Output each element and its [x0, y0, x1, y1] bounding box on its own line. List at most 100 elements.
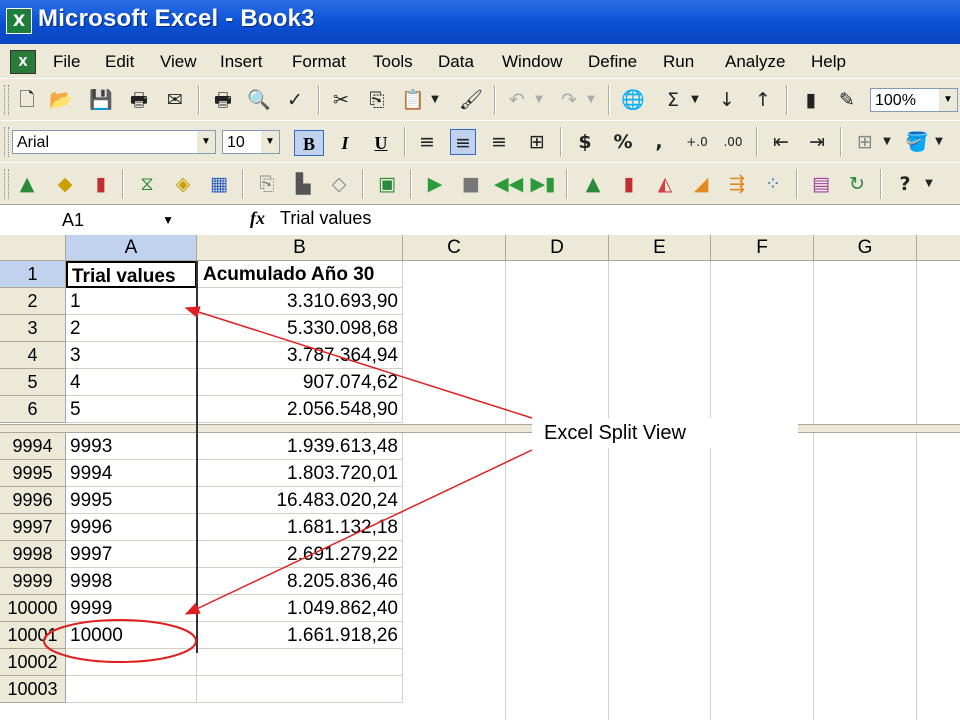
table-cell[interactable]: 10000: [66, 622, 197, 649]
row-header[interactable]: 5: [0, 369, 66, 396]
tornado-icon[interactable]: ⇶: [724, 171, 750, 197]
chart-wizard-icon[interactable]: ▮: [798, 87, 824, 113]
row-header[interactable]: 9996: [0, 487, 66, 514]
underline-button[interactable]: U: [366, 130, 396, 156]
table-cell[interactable]: 4: [66, 369, 197, 396]
permission-icon[interactable]: 🖶: [126, 87, 152, 113]
autosum-dropdown-icon[interactable]: ▼: [688, 87, 702, 113]
save-icon[interactable]: 💾: [88, 87, 114, 113]
table-cell[interactable]: 2: [66, 315, 197, 342]
menu-edit[interactable]: Edit: [105, 52, 134, 72]
column-header-h[interactable]: [917, 235, 960, 261]
autosum-icon[interactable]: Σ: [660, 87, 686, 113]
table-cell[interactable]: 9996: [66, 514, 197, 541]
column-header-e[interactable]: E: [609, 235, 711, 261]
currency-icon[interactable]: $: [572, 129, 598, 155]
column-header-f[interactable]: F: [711, 235, 814, 261]
summary-chart-icon[interactable]: ◢: [688, 171, 714, 197]
cell-a1-active[interactable]: Trial values: [66, 261, 197, 288]
row-header[interactable]: 1: [0, 261, 66, 288]
table-cell[interactable]: [66, 676, 197, 703]
format-painter-icon[interactable]: 🖌: [458, 87, 484, 113]
open-folder-icon[interactable]: 📂: [48, 87, 74, 113]
row-header[interactable]: 9998: [0, 541, 66, 568]
chevron-down-icon[interactable]: ▼: [261, 131, 279, 153]
row-header[interactable]: 2: [0, 288, 66, 315]
table-cell[interactable]: 3.310.693,90: [197, 288, 403, 315]
table-cell[interactable]: 907.074,62: [197, 369, 403, 396]
select-all-corner[interactable]: [0, 235, 66, 261]
merge-center-icon[interactable]: ⊞: [524, 129, 550, 155]
table-cell[interactable]: 9998: [66, 568, 197, 595]
toolbar-grip[interactable]: [4, 169, 9, 199]
play-icon[interactable]: ▶: [422, 171, 448, 197]
table-cell[interactable]: 5.330.098,68: [197, 315, 403, 342]
column-header-a[interactable]: A: [66, 235, 197, 261]
paste-fit-icon[interactable]: ▙: [290, 171, 316, 197]
menu-file[interactable]: File: [53, 52, 80, 72]
output-icon[interactable]: ◆: [52, 171, 78, 197]
toolbar-grip[interactable]: [4, 85, 9, 115]
table-cell[interactable]: 3: [66, 342, 197, 369]
chevron-down-icon[interactable]: ▼: [162, 208, 174, 232]
row-header[interactable]: 6: [0, 396, 66, 423]
table-cell[interactable]: 8.205.836,46: [197, 568, 403, 595]
spelling-icon[interactable]: ✓: [282, 87, 308, 113]
font-size-combo[interactable]: 10 ▼: [222, 130, 280, 154]
copy-icon[interactable]: ⎘: [364, 87, 390, 113]
align-right-icon[interactable]: ≡: [486, 129, 512, 155]
print-icon[interactable]: 🖶: [210, 87, 236, 113]
align-center-icon[interactable]: ≡: [450, 129, 476, 155]
toolbar-options-icon[interactable]: ▼: [922, 171, 936, 197]
paste-icon[interactable]: 📋: [400, 87, 426, 113]
increase-decimal-icon[interactable]: +.0: [684, 129, 710, 155]
input-window-icon[interactable]: ⧖: [134, 171, 160, 197]
toolbar-grip[interactable]: [4, 127, 9, 157]
table-cell[interactable]: 9993: [66, 433, 197, 460]
menu-view[interactable]: View: [160, 52, 197, 72]
stop-icon[interactable]: ■: [458, 171, 484, 197]
hyperlink-icon[interactable]: 🌐: [620, 87, 646, 113]
menu-help[interactable]: Help: [811, 52, 846, 72]
drawing-icon[interactable]: ✎: [834, 87, 860, 113]
table-cell[interactable]: 9995: [66, 487, 197, 514]
cell-b1[interactable]: Acumulado Año 30: [197, 261, 403, 288]
print-preview-icon[interactable]: 🔍: [246, 87, 272, 113]
table-cell[interactable]: [197, 649, 403, 676]
table-cell[interactable]: 2.056.548,90: [197, 396, 403, 423]
swap-icon[interactable]: ↻: [844, 171, 870, 197]
output-window-icon[interactable]: ◈: [170, 171, 196, 197]
menu-run[interactable]: Run: [663, 52, 694, 72]
column-header-d[interactable]: D: [506, 235, 609, 261]
split-bar[interactable]: [0, 424, 960, 433]
paste-dropdown-icon[interactable]: ▼: [428, 87, 442, 113]
name-box[interactable]: A1 ▼: [4, 208, 186, 232]
redo-icon[interactable]: ↷: [556, 87, 582, 113]
decrease-indent-icon[interactable]: ⇤: [768, 129, 794, 155]
table-cell[interactable]: 1.049.862,40: [197, 595, 403, 622]
row-header[interactable]: 10000: [0, 595, 66, 622]
rewind-icon[interactable]: ◀◀: [494, 171, 523, 197]
zoom-combo[interactable]: 100% ▼: [870, 88, 958, 112]
italic-button[interactable]: I: [330, 130, 360, 156]
table-cell[interactable]: 9997: [66, 541, 197, 568]
formula-input[interactable]: Trial values: [280, 208, 371, 229]
table-cell[interactable]: 9999: [66, 595, 197, 622]
menu-tools[interactable]: Tools: [373, 52, 413, 72]
borders-icon[interactable]: ⊞: [852, 129, 878, 155]
menu-insert[interactable]: Insert: [220, 52, 263, 72]
cut-icon[interactable]: ✂: [328, 87, 354, 113]
row-header[interactable]: 10001: [0, 622, 66, 649]
menu-format[interactable]: Format: [292, 52, 346, 72]
data-window-icon[interactable]: ▦: [206, 171, 232, 197]
column-header-g[interactable]: G: [814, 235, 917, 261]
column-header-b[interactable]: B: [197, 235, 403, 261]
menu-define[interactable]: Define: [588, 52, 637, 72]
align-left-icon[interactable]: ≡: [414, 129, 440, 155]
percent-icon[interactable]: %: [610, 129, 636, 155]
sort-descending-icon[interactable]: ↑: [750, 87, 776, 113]
scatter-icon[interactable]: ⁘: [760, 171, 786, 197]
table-cell[interactable]: 5: [66, 396, 197, 423]
excel-app-icon[interactable]: X: [6, 8, 32, 34]
row-header[interactable]: 10003: [0, 676, 66, 703]
